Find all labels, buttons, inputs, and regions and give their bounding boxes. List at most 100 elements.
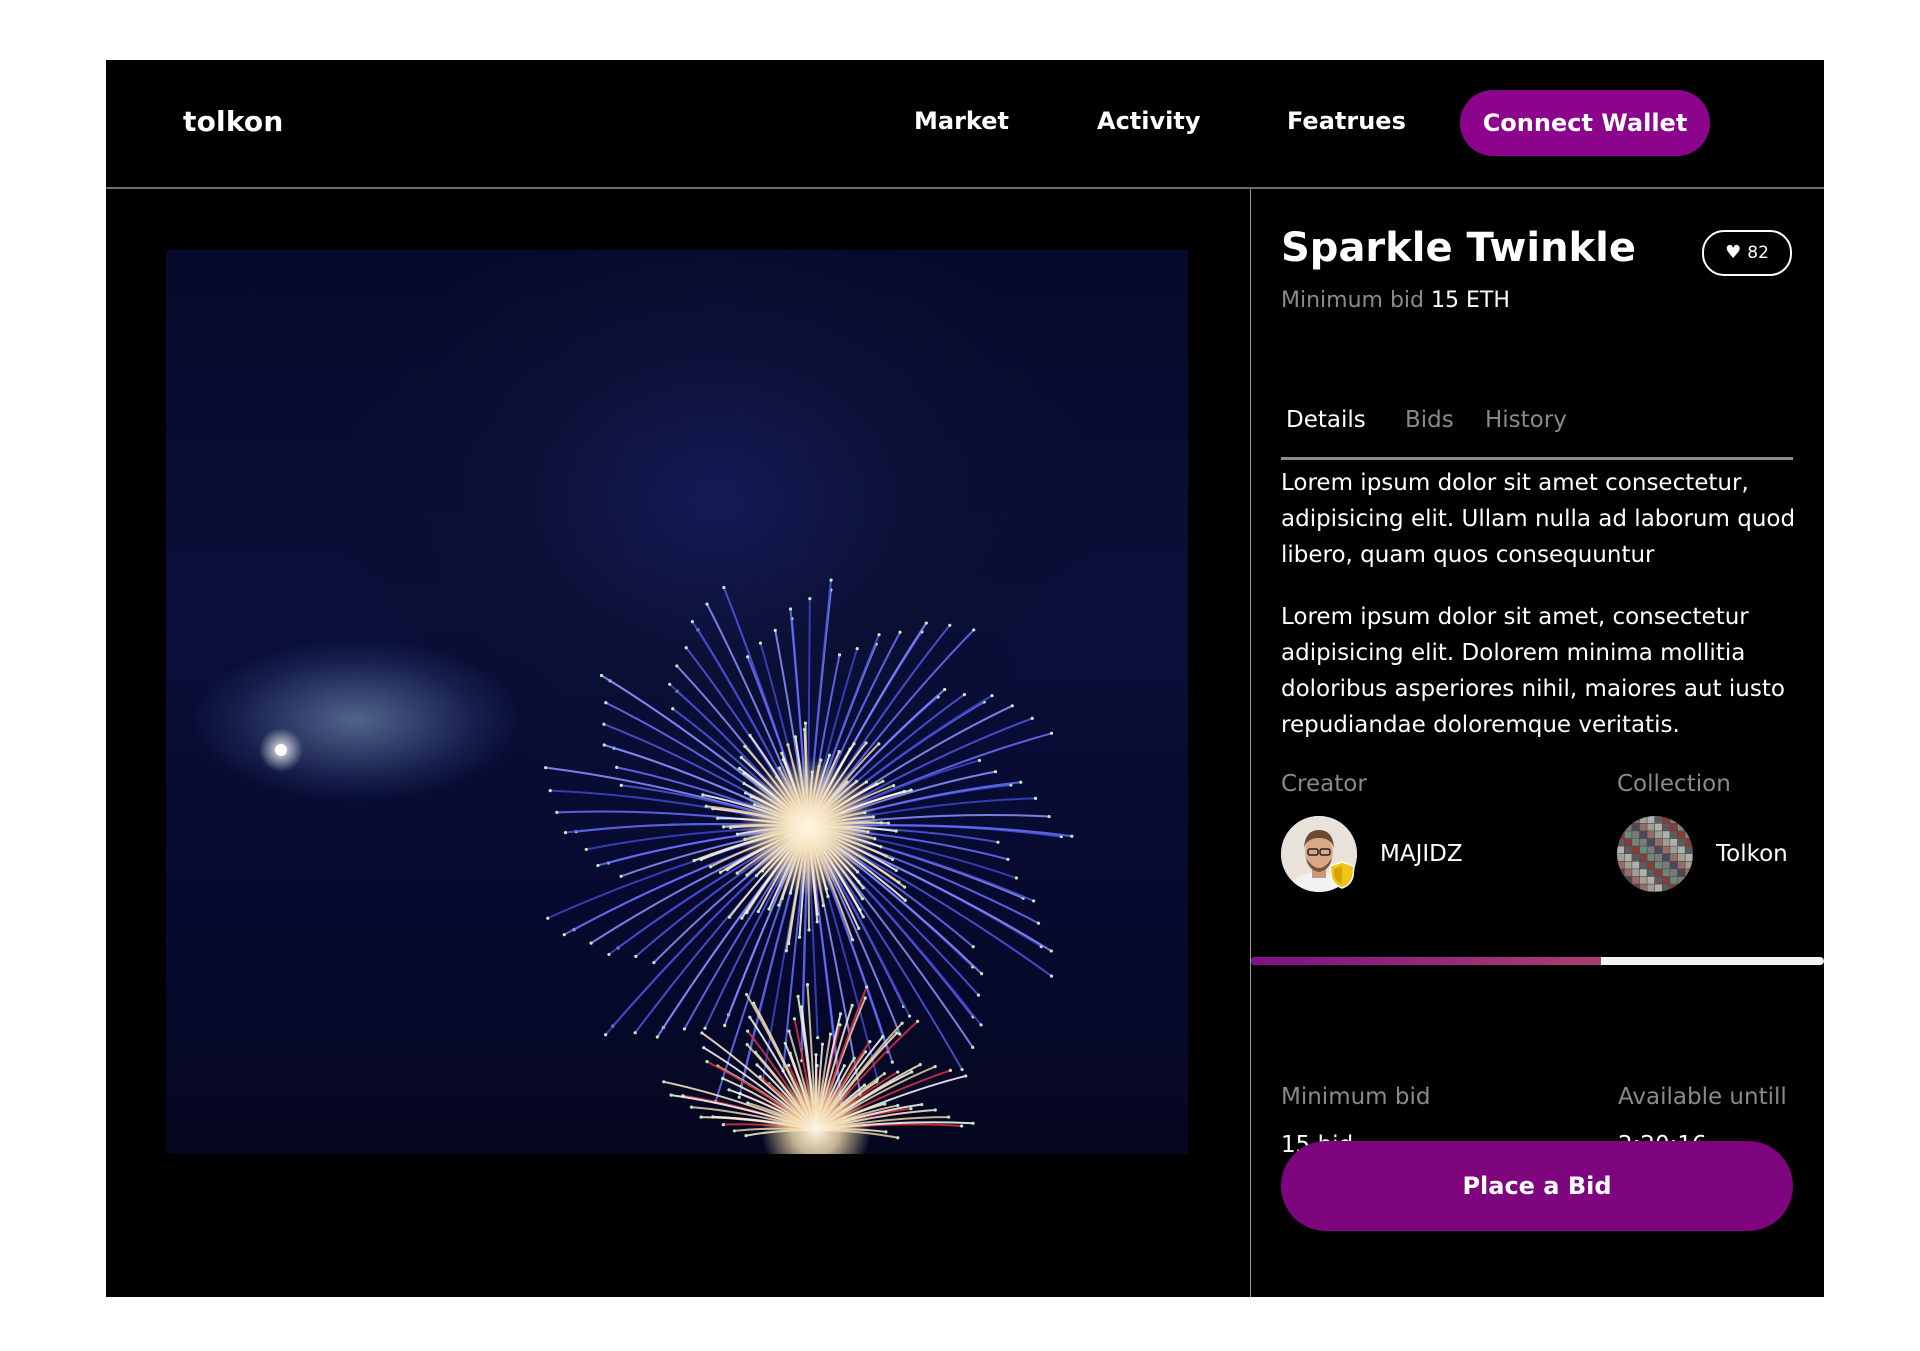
firework-spark [1049,731,1054,735]
firework-spark [838,1012,843,1016]
firework-spark [864,741,868,745]
mosaic-tile [1632,816,1640,823]
mosaic-tile [1617,876,1624,884]
mosaic-tile [1670,831,1678,839]
like-count: 82 [1747,243,1769,263]
firework-spark [865,985,869,989]
mosaic-tile [1632,823,1640,831]
firework-spark [933,1108,937,1112]
logo[interactable]: tolkon [183,105,283,138]
nft-artwork-image [166,250,1188,1154]
nav-link-market[interactable]: Market [914,107,1009,135]
firework-spark [735,871,739,875]
mosaic-tile [1647,861,1655,869]
firework-spark [1049,974,1054,978]
firework-spark [943,687,947,692]
firework-spark [877,742,881,746]
firework-spark [1019,780,1023,784]
mosaic-tile [1677,884,1685,892]
firework-spark [1033,796,1038,801]
firework-spark [898,630,902,634]
creator-name[interactable]: MAJIDZ [1380,841,1463,867]
firework-spark [783,1041,787,1046]
firework-spark [755,1063,759,1067]
firework-spark [837,749,841,754]
collection-avatar[interactable] [1617,816,1693,892]
firework-spark [971,945,975,949]
mosaic-tile [1639,823,1647,831]
firework-spark [881,779,885,783]
nav-link-activity[interactable]: Activity [1097,107,1201,135]
firework-spark [815,920,819,924]
firework-spark [892,783,896,788]
mosaic-tile [1677,876,1685,884]
mosaic-tile [1677,869,1685,877]
firework-spark [1036,921,1041,925]
firework-spark [548,789,552,793]
firework-spark [852,742,856,746]
firework-spark [716,816,720,820]
mosaic-tile [1655,869,1662,877]
firework-spark [684,646,688,650]
firework-spark [555,810,559,814]
collection-name[interactable]: Tolkon [1716,841,1788,867]
mosaic-tile [1670,816,1678,823]
firework-spark [786,743,790,747]
firework-spark [700,1031,704,1035]
firework-spark [890,1060,894,1064]
firework-spark [705,1059,709,1064]
firework-spark [767,907,771,911]
mosaic-tile [1647,869,1655,877]
firework-spark [1014,876,1019,880]
header-divider [106,187,1824,189]
mosaic-tile [1632,876,1640,884]
mosaic-tile [1617,861,1624,869]
firework-spark [962,693,966,697]
mosaic-tile [1632,884,1640,892]
mosaic-tile [1655,846,1662,854]
mosaic-tile [1617,838,1624,846]
firework-spark [1070,834,1074,838]
firework-spark [903,898,907,902]
nav-link-features[interactable]: Featrues [1287,107,1406,135]
firework-spark [808,597,812,601]
firework-core [738,757,878,897]
creator-label: Creator [1281,771,1367,797]
firework-spark [792,1017,797,1021]
firework-spark [748,1015,752,1019]
firework-spark [827,753,832,757]
auction-progress-bar [1251,957,1824,965]
firework-spark [746,1101,750,1105]
mosaic-tile [1639,861,1647,869]
firework-spark [855,646,859,651]
like-button[interactable]: ♥ 82 [1702,230,1792,276]
firework-spark [882,1072,886,1076]
mosaic-tile [1655,823,1662,831]
mosaic-tile [1662,816,1670,823]
firework-spark [894,829,898,833]
firework-spark [703,1026,707,1030]
place-bid-button[interactable]: Place a Bid [1281,1141,1793,1231]
connect-wallet-button[interactable]: Connect Wallet [1460,90,1710,156]
firework-spark [619,874,623,878]
tab-details[interactable]: Details [1286,407,1366,433]
firework-spark [723,1023,727,1028]
tab-history[interactable]: History [1485,407,1567,433]
firework-spark [584,847,588,852]
firework-spark [886,821,891,825]
firework-spark [699,1115,703,1119]
firework-spark [748,733,752,737]
tab-bids[interactable]: Bids [1405,407,1454,433]
mosaic-tile [1662,846,1670,854]
firework-spark [544,766,548,770]
firework-spark [971,1121,975,1125]
mosaic-tile [1624,816,1632,823]
mosaic-tile [1670,884,1678,892]
firework-spark [803,721,808,725]
firework-spark [896,1070,900,1074]
mosaic-tile [1662,823,1670,831]
firework-spark [607,952,611,957]
firework-spark [758,641,763,645]
mosaic-tile [1670,854,1678,861]
firework-spark [787,1029,791,1033]
